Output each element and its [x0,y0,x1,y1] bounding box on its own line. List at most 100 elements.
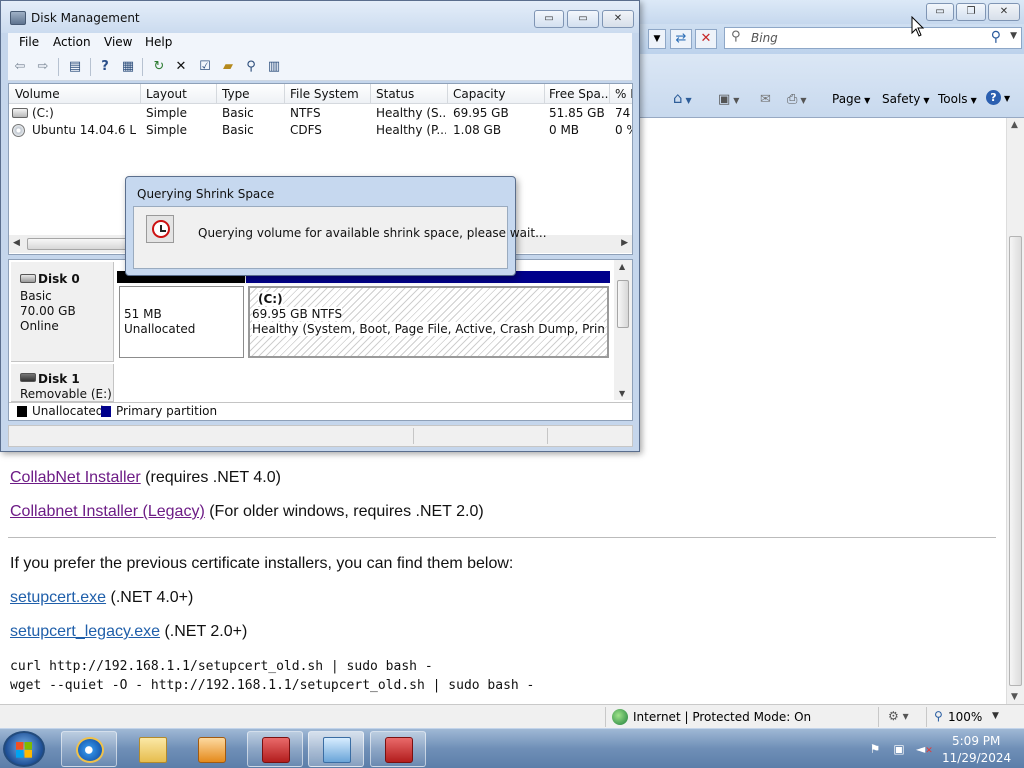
taskbar-media-player[interactable] [183,731,239,767]
setupcert-legacy-line: setupcert_legacy.exe (.NET 2.0+) [10,623,248,640]
scroll-down-icon[interactable]: ▼ [619,389,625,398]
scroll-thumb[interactable] [1009,236,1022,686]
forward-icon[interactable]: ⇨ [34,58,52,76]
unallocated-partition[interactable]: 51 MB Unallocated [119,286,244,358]
start-button[interactable] [3,731,45,767]
column-separator[interactable] [140,84,141,104]
refresh-icon[interactable]: ⇄ [670,29,692,49]
scroll-left-icon[interactable]: ◀ [13,238,20,248]
maximize-button[interactable]: ▭ [567,10,599,28]
restore-button[interactable]: ❐ [956,3,986,21]
taskbar-internet-explorer[interactable] [61,731,117,767]
taskbar-disk-management[interactable] [308,731,364,767]
collabnet-legacy-link[interactable]: Collabnet Installer (Legacy) [10,503,205,520]
zoom-dropdown-icon[interactable]: ▼ [992,711,999,721]
close-button[interactable]: ✕ [602,10,634,28]
clock-date[interactable]: 11/29/2024 [942,751,1011,765]
disk-name: Disk 0 [38,272,80,286]
disk-graph-vscrollbar[interactable]: ▲ ▼ [614,260,632,400]
toolbox-icon [385,737,413,763]
collabnet-installer-link[interactable]: CollabNet Installer [10,469,141,486]
legend-label: Primary partition [116,404,218,418]
mail-icon[interactable]: ✉ [760,92,771,107]
feeds-icon[interactable]: ▣ ▼ [718,92,739,107]
back-icon[interactable]: ⇦ [11,58,29,76]
column-free-space[interactable]: Free Spa... [549,87,609,101]
column-status[interactable]: Status [376,87,446,101]
volume-row[interactable]: (C:) Simple Basic NTFS Healthy (S... 69.… [9,105,632,122]
disk-0-label[interactable]: Disk 0 Basic 70.00 GB Online [11,262,114,362]
setupcert-legacy-link[interactable]: setupcert_legacy.exe [10,623,160,640]
cell-free-space: 0 MB [549,123,580,137]
menu-file[interactable]: File [19,35,39,49]
intro-text: If you prefer the previous certificate i… [10,555,514,572]
toolbar-separator [90,58,91,76]
page-scrollbar[interactable]: ▲ ▼ [1006,118,1024,704]
help-icon[interactable]: ? ▼ [986,90,1010,105]
open-folder-icon[interactable]: ▰ [219,58,237,76]
security-zone[interactable]: Internet | Protected Mode: On [633,710,811,724]
menu-view[interactable]: View [104,35,132,49]
taskbar-toolbox-1[interactable] [247,731,303,767]
clock-time[interactable]: 5:09 PM [952,734,1000,748]
c-drive-partition[interactable]: (C:) 69.95 GB NTFS Healthy (System, Boot… [248,286,609,358]
column-type[interactable]: Type [222,87,280,101]
print-icon[interactable]: ⎙ ▼ [787,92,807,107]
chevron-down-icon[interactable]: ▼ [1010,31,1017,41]
scroll-down-icon[interactable]: ▼ [1011,692,1018,702]
taskbar-explorer[interactable] [124,731,180,767]
show-hide-tree-icon[interactable]: ▤ [66,58,84,76]
scroll-up-icon[interactable]: ▲ [619,262,625,271]
minimize-button[interactable]: ▭ [926,3,954,21]
search-go-icon[interactable]: ⚲ [991,29,1001,45]
column-filesystem[interactable]: File System [290,87,370,101]
scroll-right-icon[interactable]: ▶ [621,238,628,248]
page-menu[interactable]: Page ▼ [832,92,870,106]
dialog-message: Querying volume for available shrink spa… [198,226,547,240]
column-capacity[interactable]: Capacity [453,87,543,101]
check-icon[interactable]: ☑ [196,58,214,76]
delete-icon[interactable]: ✕ [172,58,190,76]
status-separator [605,707,606,727]
stop-icon[interactable]: ✕ [695,29,717,49]
close-button[interactable]: ✕ [988,3,1020,21]
column-separator[interactable] [216,84,217,104]
properties-icon[interactable]: ▦ [119,58,137,76]
disk-1-label[interactable]: Disk 1 Removable (E:) [11,364,114,402]
column-separator[interactable] [284,84,285,104]
column-separator[interactable] [609,84,610,104]
safety-menu[interactable]: Safety ▼ [882,92,930,106]
minimize-button[interactable]: ▭ [534,10,564,28]
home-icon[interactable]: ⌂ ▼ [673,89,692,107]
cell-status: Healthy (S... [376,106,446,120]
column-volume[interactable]: Volume [15,87,139,101]
address-dropdown-button[interactable]: ▼ [648,29,666,49]
help-icon[interactable]: ? [96,58,114,76]
taskbar-toolbox-2[interactable] [370,731,426,767]
scroll-thumb[interactable] [617,280,629,328]
zoom-level[interactable]: 100% [948,710,982,724]
setupcert-link[interactable]: setupcert.exe [10,589,106,606]
column-layout[interactable]: Layout [146,87,212,101]
status-separator [878,707,879,727]
scroll-up-icon[interactable]: ▲ [1011,120,1018,130]
drive-icon [12,108,28,118]
search-input[interactable]: ⚲ Bing ⚲ ▼ [724,27,1022,49]
action-center-flag-icon[interactable]: ⚑ [868,742,882,756]
protected-mode-icon[interactable]: ⚙ ▾ [888,709,909,723]
cell-percent-free: 74 [615,106,631,120]
menu-help[interactable]: Help [145,35,172,49]
search-placeholder: Bing [751,31,778,45]
column-separator[interactable] [370,84,371,104]
volume-muted-icon[interactable]: ◄✕ [916,742,933,756]
column-separator[interactable] [544,84,545,104]
tools-menu[interactable]: Tools ▼ [938,92,977,106]
network-icon[interactable]: ▣ [892,742,906,756]
refresh-icon[interactable]: ↻ [150,58,168,76]
search-icon[interactable]: ⚲ [242,58,260,76]
column-percent-free[interactable]: % F [615,87,632,101]
view-icon[interactable]: ▥ [265,58,283,76]
column-separator[interactable] [447,84,448,104]
volume-row[interactable]: Ubuntu 14.04.6 L (... Simple Basic CDFS … [9,122,632,139]
menu-action[interactable]: Action [53,35,91,49]
